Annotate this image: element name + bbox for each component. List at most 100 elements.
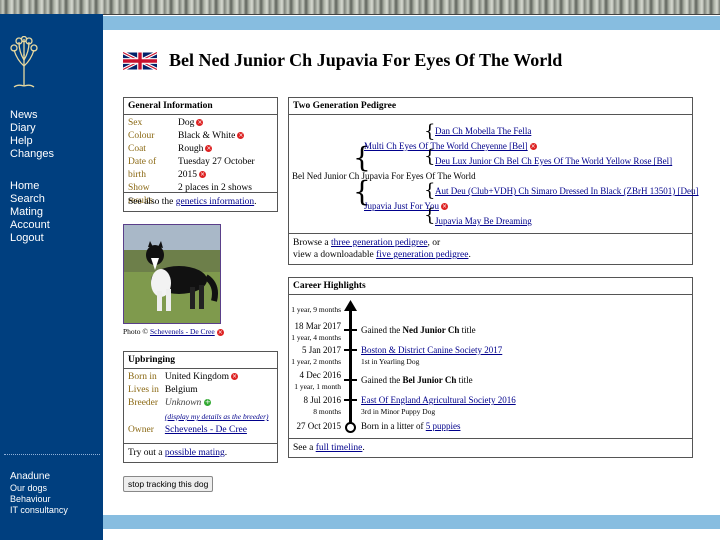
nav-news[interactable]: News [10,109,54,122]
top-decorative-strip [0,0,720,15]
show-link[interactable]: East Of England Agricultural Society 201… [361,395,516,405]
timeline-date: 8 Jul 2016 [303,395,341,405]
add-icon[interactable]: + [204,399,212,407]
dob-label: Date of birth [128,157,157,180]
five-gen-pedigree-link[interactable]: five generation pedigree [376,250,468,260]
remove-icon[interactable]: × [205,145,213,153]
photographer-link[interactable]: Schevenels - De Cree [150,327,215,336]
three-gen-pedigree-link[interactable]: three generation pedigree [331,238,428,248]
event-title-bold: Bel Junior Ch [402,375,457,385]
general-info-heading: General Information [124,98,277,115]
pedigree-sire-link[interactable]: Multi Ch Eyes Of The World Cheyenne [Bel… [364,141,528,151]
show-result: 1st in Yearling Dog [361,357,420,366]
timeline-age: 1 year, 9 months [291,305,341,314]
upbringing-box: Upbringing Born in United Kingdom × Lives… [123,351,278,463]
full-timeline-link[interactable]: full timeline [316,443,363,453]
stop-tracking-button[interactable]: stop tracking this dog [123,476,214,492]
brace-icon: { [424,121,436,142]
dog-photo[interactable] [123,224,221,324]
upbringing-heading: Upbringing [124,352,277,369]
timeline-age: 1 year, 4 months [291,333,341,342]
timeline-date: 18 Mar 2017 [294,321,342,331]
litter-link[interactable]: 5 puppies [426,421,461,431]
show-result: 3rd in Minor Puppy Dog [361,407,436,416]
tick [344,329,357,331]
nav-diary[interactable]: Diary [10,122,54,135]
coat-value: Rough [178,144,204,154]
sex-value: Dog [178,118,195,128]
tree-logo-icon[interactable] [9,36,39,88]
dog-photo-art [124,225,220,323]
photo-caption: Photo © Schevenels - De Cree × [123,327,224,336]
tick [344,349,357,351]
brace-icon: { [424,146,436,167]
born-in-value: United Kingdom [164,372,229,382]
brace-icon: { [424,205,436,226]
pedigree-box: Two Generation Pedigree Bel Ned Junior C… [288,97,699,265]
remove-icon[interactable]: × [529,143,537,151]
pedigree-footer-prefix1: Browse a [293,238,331,248]
lives-in-value: Belgium [164,385,198,395]
pedigree-sire-dam-link[interactable]: Deu Lux Junior Ch Bel Ch Eyes Of The Wor… [435,156,672,166]
timeline-age: 1 year, 1 month [294,382,341,391]
timeline-date: 4 Dec 2016 [299,370,342,380]
sidebar: News Diary Help Changes Home Search Mati… [0,14,103,540]
general-info-box: General Information Sex Dog × Colour Blac… [123,97,278,212]
event-text-suffix: title [459,325,476,335]
pedigree-sire-sire-link[interactable]: Dan Ch Mobella The Fella [435,126,531,136]
timeline-footer-prefix: See a [293,443,316,453]
page-header: Bel Ned Junior Ch Jupavia For Eyes Of Th… [123,50,562,71]
mating-suffix: . [224,448,228,458]
pedigree-dam-sire-link[interactable]: Aut Deu (Club+VDH) Ch Simaro Dressed In … [435,186,699,196]
pedigree-footer-prefix2: view a downloadable [293,250,377,260]
pedigree-footer-suffix1: , or [427,238,441,248]
remove-icon[interactable]: × [196,119,204,127]
career-heading: Career Highlights [289,278,692,295]
timeline-date: 5 Jan 2017 [302,345,341,355]
timeline-event: Gained the Bel Junior Ch title [361,375,473,385]
sex-label: Sex [128,118,143,128]
timeline-age: 8 months [313,407,341,416]
timeline-date: 27 Oct 2015 [296,421,342,431]
remove-icon[interactable]: × [231,373,238,381]
pedigree-heading: Two Generation Pedigree [289,98,692,115]
event-text-prefix: Gained the [361,325,403,335]
nav-home[interactable]: Home [10,180,50,193]
born-in-label: Born in [128,372,157,382]
owner-label: Owner [128,425,154,435]
photo-caption-prefix: Photo © [123,327,150,336]
remove-icon[interactable]: × [441,203,449,211]
remove-icon[interactable]: × [216,328,224,336]
nav-mating[interactable]: Mating [10,206,50,219]
pedigree-dam-dam-link[interactable]: Jupavia May Be Dreaming [435,216,532,226]
nav-logout[interactable]: Logout [10,232,50,245]
event-text-prefix: Born in a litter of [361,421,426,431]
brace-icon: { [424,180,436,201]
page-title: Bel Ned Junior Ch Jupavia For Eyes Of Th… [169,50,563,70]
remove-icon[interactable]: × [199,171,207,179]
nav-it-consultancy[interactable]: IT consultancy [10,505,68,516]
top-blue-bar [103,16,720,30]
nav-help[interactable]: Help [10,135,54,148]
nav-our-dogs[interactable]: Our dogs [10,483,68,494]
timeline-arrow-icon [344,300,357,311]
nav-changes[interactable]: Changes [10,148,54,161]
nav-search[interactable]: Search [10,193,50,206]
genetics-link[interactable]: genetics information [176,197,254,207]
event-title-bold: Ned Junior Ch [402,325,460,335]
nav-behaviour[interactable]: Behaviour [10,494,68,505]
nav-anadune[interactable]: Anadune [10,471,68,483]
owner-link[interactable]: Schevenels - De Cree [165,425,247,435]
show-link[interactable]: Boston & District Canine Society 2017 [361,345,502,355]
nav-account[interactable]: Account [10,219,50,232]
timeline-event: Gained the Ned Junior Ch title [361,325,476,335]
possible-mating-link[interactable]: possible mating [165,448,225,458]
breeder-details-link[interactable]: (display my details as the breeder) [165,412,269,421]
lives-in-label: Lives in [128,385,159,395]
remove-icon[interactable]: × [237,132,245,140]
genetics-suffix: . [254,197,257,207]
dob-value: Tuesday 27 October 2015 [178,157,255,180]
timeline-age: 1 year, 2 months [291,357,341,366]
breeder-label: Breeder [128,398,159,408]
colour-label: Colour [128,131,155,141]
